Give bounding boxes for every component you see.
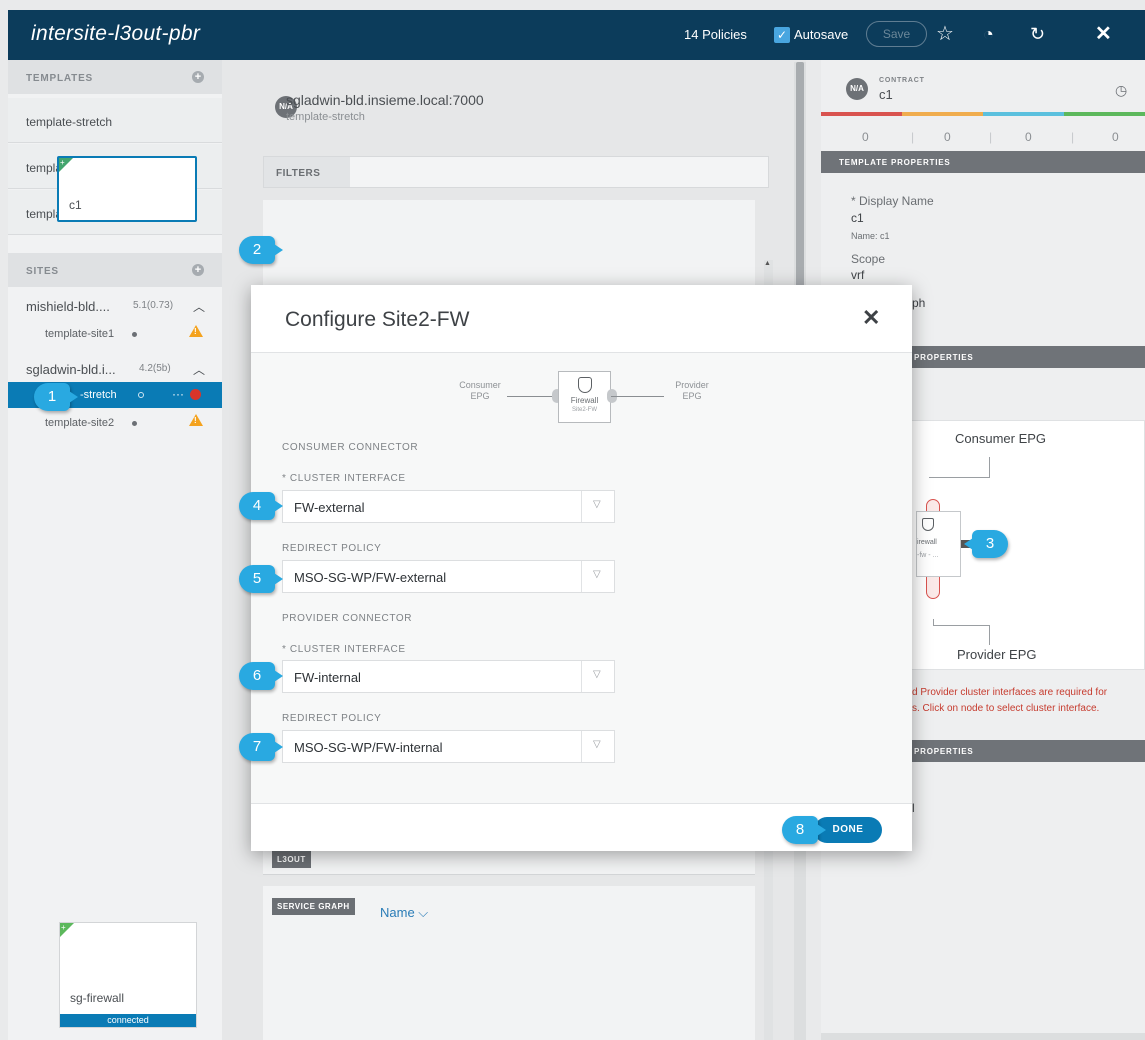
firewall-node[interactable]: irewall -fw - ... (916, 511, 961, 577)
chevron-up-icon[interactable]: ︿ (193, 361, 205, 378)
save-button[interactable]: Save (866, 21, 927, 47)
chevron-down-icon: ▽ (593, 669, 601, 680)
templates-heading: TEMPLATES + (8, 60, 222, 94)
provider-redirect-policy-select[interactable]: MSO-SG-WP/FW-internal ▽ (282, 730, 615, 763)
callout-marker: 1 (34, 383, 78, 411)
fault-counts: 0 | 0 | 0 | 0 (862, 130, 1119, 144)
validation-note: d Provider cluster interfaces are requir… (912, 687, 1108, 714)
configure-dialog: Configure Site2-FW ✕ Consumer EPG Firewa… (251, 285, 912, 851)
site-row[interactable]: sgladwin-bld.i... 4.2(5b) ︿ (8, 355, 222, 383)
contract-card[interactable]: + c1 (57, 156, 197, 222)
template-properties-heading: TEMPLATE PROPERTIES (821, 151, 1145, 173)
sort-dropdown[interactable]: Name ⌵ (380, 905, 428, 921)
app-header: intersite-l3out-pbr 14 Policies ✓ Autosa… (8, 10, 1145, 60)
site-template: template-stretch (286, 111, 365, 123)
add-template-icon[interactable]: + (192, 71, 204, 83)
firewall-node[interactable]: Firewall Site2-FW (558, 371, 611, 423)
undo-icon[interactable]: ↻ (1030, 23, 1045, 45)
site-row[interactable]: mishield-bld.... 5.1(0.73) ︿ (8, 292, 222, 320)
dialog-header: Configure Site2-FW ✕ (251, 285, 912, 353)
sites-heading: SITES + (8, 253, 222, 287)
add-site-icon[interactable]: + (192, 264, 204, 276)
error-icon (190, 389, 201, 400)
status-dot-icon (132, 421, 137, 426)
callout-marker: 8 (782, 816, 826, 844)
consumer-connector-heading: CONSUMER CONNECTOR (282, 442, 419, 453)
chevron-down-icon: ▽ (593, 569, 601, 580)
contract-badge: N/A (846, 78, 868, 100)
site-template-row[interactable]: template-site2 ! (8, 410, 222, 436)
status-badge: connected (60, 1014, 196, 1027)
provider-cluster-interface-select[interactable]: FW-internal ▽ (282, 660, 615, 693)
status-dot-icon (138, 392, 144, 398)
chevron-up-icon[interactable]: ︿ (193, 298, 205, 315)
consumer-redirect-policy-select[interactable]: MSO-SG-WP/FW-external ▽ (282, 560, 615, 593)
history-icon[interactable]: ◔ (983, 23, 994, 45)
redirect-policy-label: REDIRECT POLICY (282, 713, 382, 724)
scope-value[interactable]: vrf (851, 268, 864, 282)
callout-marker: 2 (239, 236, 283, 264)
service-graph-section: SERVICE GRAPH Name ⌵ (263, 886, 755, 1040)
star-icon[interactable]: ☆ (936, 23, 954, 45)
chevron-down-icon: ▽ (593, 499, 601, 510)
sidebar-item-template[interactable]: template-stretch (8, 98, 222, 143)
callout-marker: 7 (239, 733, 283, 761)
callout-marker: 5 (239, 565, 283, 593)
dialog-title: Configure Site2-FW (285, 308, 470, 331)
warning-icon: ! (189, 325, 203, 337)
autosave-label: Autosave (794, 27, 849, 42)
consumer-cluster-interface-select[interactable]: FW-external ▽ (282, 490, 615, 523)
clock-icon[interactable]: ◷ (1115, 82, 1127, 99)
warning-icon: ! (189, 414, 203, 426)
l3out-tag: L3OUT (272, 851, 311, 868)
shield-icon (578, 377, 592, 393)
callout-marker: 3 (964, 530, 1008, 558)
service-graph-tag: SERVICE GRAPH (272, 898, 355, 915)
close-icon[interactable]: ✕ (1095, 23, 1112, 45)
filters-bar[interactable]: FILTERS (263, 156, 769, 188)
callout-marker: 4 (239, 492, 283, 520)
cluster-interface-label: * CLUSTER INTERFACE (282, 473, 406, 484)
new-corner-icon: + (59, 158, 73, 172)
more-icon[interactable]: ··· (172, 387, 184, 401)
site-template-row[interactable]: template-site1 ! (8, 321, 222, 347)
chevron-down-icon: ▽ (593, 739, 601, 750)
service-graph-card[interactable]: + sg-firewall connected (59, 922, 197, 1028)
cluster-interface-label: * CLUSTER INTERFACE (282, 644, 406, 655)
callout-marker: 6 (239, 662, 283, 690)
status-dot-icon (132, 332, 137, 337)
page-title: intersite-l3out-pbr (31, 22, 201, 45)
shield-icon (922, 518, 934, 531)
provider-connector-heading: PROVIDER CONNECTOR (282, 613, 413, 624)
new-corner-icon: + (60, 923, 74, 937)
right-scrollbar[interactable] (821, 1033, 1145, 1040)
connector-diagram: Consumer EPG Firewall Site2-FW Provider … (441, 371, 731, 423)
policies-count[interactable]: 14 Policies (684, 27, 747, 42)
contract-name: c1 (879, 87, 893, 102)
redirect-policy-label: REDIRECT POLICY (282, 543, 382, 554)
display-name-value[interactable]: c1 (851, 211, 864, 225)
close-icon[interactable]: ✕ (862, 305, 880, 331)
site-host: sgladwin-bld.insieme.local:7000 (286, 92, 484, 108)
autosave-checkbox[interactable]: ✓ (774, 27, 790, 43)
status-colorbar (821, 112, 1145, 116)
